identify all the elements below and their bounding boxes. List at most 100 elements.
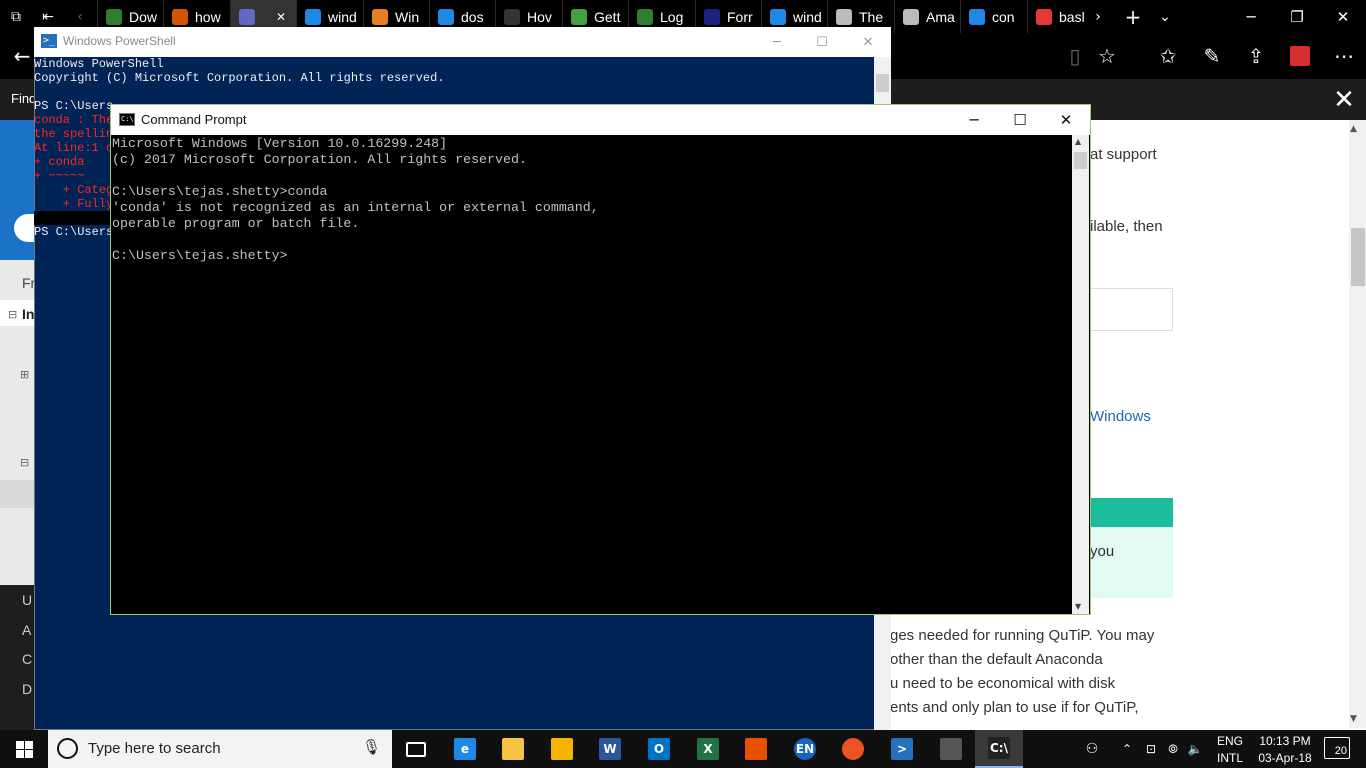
bing-icon: [438, 8, 454, 25]
tab-list-icon[interactable]: ⧉: [0, 0, 32, 33]
task-view-icon: [406, 741, 426, 757]
people-icon[interactable]: ⚇: [1078, 730, 1106, 768]
taskbar-app-excel[interactable]: X: [684, 730, 732, 768]
close-tab-icon[interactable]: ✕: [276, 10, 286, 24]
left-nav-item[interactable]: In: [22, 306, 34, 322]
new-tab-icon[interactable]: +: [1117, 0, 1149, 33]
language-indicator-bottom[interactable]: INTL: [1208, 751, 1252, 765]
cmd-maximize-button[interactable]: ☐: [997, 105, 1043, 135]
scroll-down-arrow-icon[interactable]: ▼: [1075, 602, 1081, 611]
web-note-pen-icon[interactable]: ✎: [1190, 33, 1234, 79]
cmd-console-output[interactable]: Microsoft Windows [Version 10.0.16299.24…: [112, 136, 599, 264]
more-menu-icon[interactable]: ⋯: [1322, 33, 1366, 79]
powershell-minimize-button[interactable]: ─: [754, 27, 800, 57]
scroll-up-arrow-icon[interactable]: ▲: [1075, 137, 1081, 146]
browser-tab-title: basl: [1059, 8, 1085, 25]
bing-icon: [969, 8, 985, 25]
wifi-icon[interactable]: ⦾: [1162, 730, 1184, 768]
command-prompt-title-bar[interactable]: [111, 105, 1090, 135]
left-nav-item[interactable]: C: [22, 651, 32, 667]
scroll-down-arrow-icon[interactable]: ▼: [1350, 714, 1357, 724]
browser-tab-title: how: [195, 8, 221, 25]
v-icon: [372, 8, 388, 25]
taskbar-app-language[interactable]: EN: [781, 730, 829, 768]
browser-tab-title: Forr: [727, 8, 753, 25]
browser-tab-title: The: [859, 8, 884, 25]
show-hidden-icons-chevron-icon[interactable]: ⌃: [1116, 730, 1138, 768]
powershell-error-line: + conda: [34, 155, 85, 169]
page-link-windows[interactable]: Windows: [1090, 408, 1151, 425]
taskbar-app-matlab[interactable]: [732, 730, 780, 768]
word-icon: W: [599, 738, 621, 760]
taskbar-app-task-view[interactable]: [392, 730, 440, 768]
browser-close-button[interactable]: ✕: [1320, 0, 1366, 33]
cmd-icon: C:\: [119, 113, 135, 126]
cmd-minimize-button[interactable]: ─: [951, 105, 997, 135]
browser-tab-title: Dow: [129, 8, 158, 25]
taskbar-app-ubuntu[interactable]: [829, 730, 877, 768]
circle-outline-icon: [106, 8, 122, 25]
taskbar-app-edge[interactable]: e: [441, 730, 489, 768]
find-close-icon[interactable]: ✕: [1328, 84, 1360, 116]
circle-outline-icon: [637, 8, 653, 25]
powershell-error-line: + Fully: [34, 197, 114, 211]
taskbar-app-outlook[interactable]: O: [635, 730, 683, 768]
network-icon[interactable]: ⊡: [1140, 730, 1162, 768]
collapse-box-icon[interactable]: ⊟: [8, 308, 17, 321]
taskbar-app-store[interactable]: [538, 730, 586, 768]
microphone-icon[interactable]: 🎙: [362, 738, 381, 756]
left-nav-item[interactable]: A: [22, 622, 31, 638]
note-box-body: [1088, 527, 1173, 598]
notification-count: 20: [1334, 745, 1347, 757]
browser-tab[interactable]: con: [960, 0, 1026, 33]
scroll-tabs-right-icon[interactable]: ›: [1082, 0, 1114, 33]
taskbar-app-terminal[interactable]: [927, 730, 975, 768]
extension-icon[interactable]: [1278, 33, 1322, 79]
tab-preview-chevron-icon[interactable]: ⌄: [1149, 0, 1181, 33]
browser-restore-button[interactable]: ❐: [1274, 0, 1320, 33]
left-nav-item[interactable]: D: [22, 681, 32, 697]
note-box-header: [1088, 498, 1173, 527]
favorite-star-icon[interactable]: ☆: [1085, 33, 1129, 79]
browser-tab-title: wind: [793, 8, 822, 25]
note-box-text: you: [1090, 543, 1115, 560]
powershell-maximize-button[interactable]: ☐: [799, 27, 845, 57]
powershell-close-button[interactable]: ✕: [845, 27, 891, 57]
collapse-box-icon[interactable]: ⊟: [20, 456, 29, 469]
htg-icon: [504, 8, 520, 25]
cmd-scrollbar[interactable]: [1072, 135, 1089, 614]
powershell-error-line: + Categ: [34, 183, 114, 197]
clock-time[interactable]: 10:13 PM: [1252, 734, 1318, 748]
page-paragraph-line: ents and only plan to use if for QuTiP,: [890, 699, 1139, 716]
start-button[interactable]: [0, 730, 48, 768]
favorites-hub-icon[interactable]: ✩: [1146, 33, 1190, 79]
volume-icon[interactable]: 🔈: [1184, 730, 1206, 768]
powershell-scrollbar-thumb[interactable]: [876, 74, 889, 92]
language-indicator-top[interactable]: ENG: [1208, 734, 1252, 748]
cortana-circle-icon: [57, 738, 78, 759]
find-label: Find: [11, 91, 37, 106]
page-input-box[interactable]: [1088, 288, 1173, 331]
cmd-close-button[interactable]: ✕: [1043, 105, 1089, 135]
cmd-scrollbar-thumb[interactable]: [1074, 152, 1087, 169]
scroll-up-arrow-icon[interactable]: ▲: [1350, 124, 1357, 134]
powershell-header-line: Windows PowerShell: [34, 57, 164, 71]
clock-date[interactable]: 03-Apr-18: [1252, 751, 1318, 765]
browser-tab-title: dos: [461, 8, 484, 25]
page-scrollbar-thumb[interactable]: [1351, 228, 1365, 286]
share-icon[interactable]: ⇪: [1234, 33, 1278, 79]
taskbar-app-cmd[interactable]: C:\: [975, 730, 1023, 768]
browser-minimize-button[interactable]: ─: [1228, 0, 1274, 33]
taskbar-app-powershell[interactable]: >: [878, 730, 926, 768]
matlab-icon: [745, 738, 767, 760]
action-center-icon[interactable]: 20: [1324, 737, 1350, 759]
taskbar-app-file-explorer[interactable]: [489, 730, 537, 768]
page-scrollbar[interactable]: [1349, 120, 1366, 728]
powershell-error-line: + ~~~~~: [34, 169, 85, 183]
expand-box-icon[interactable]: ⊞: [20, 368, 29, 381]
left-nav-item[interactable]: U: [22, 592, 32, 608]
browser-tab[interactable]: Ama: [894, 0, 960, 33]
taskbar-app-word[interactable]: W: [586, 730, 634, 768]
file-explorer-icon: [502, 738, 524, 760]
amazon-icon: [836, 8, 852, 25]
